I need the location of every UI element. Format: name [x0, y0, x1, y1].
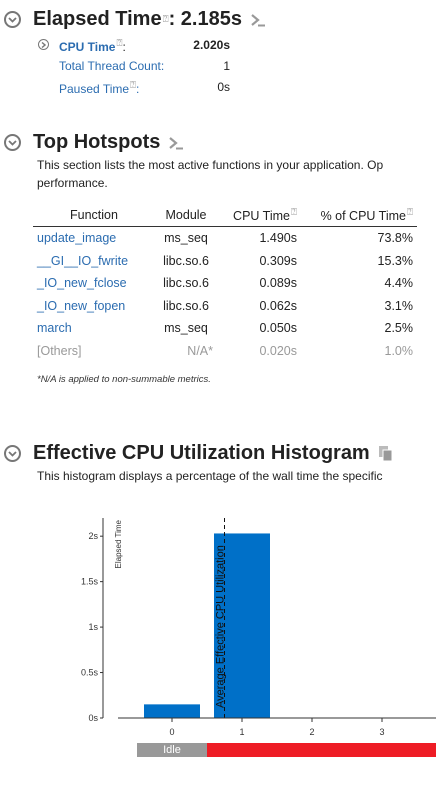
collapse-histogram-button[interactable] [4, 445, 21, 462]
chevron-down-icon [8, 16, 17, 23]
table-row: __GI__IO_fwrite libc.so.6 0.309s 15.3% [33, 250, 417, 273]
function-link[interactable]: march [37, 321, 72, 335]
paused-time-value: 0s [217, 80, 230, 94]
elapsed-time-header: Elapsed Time ⍰ : 2.185s [4, 8, 266, 31]
module-cell: ms_seq [164, 321, 208, 336]
top-hotspots-header: Top Hotspots [4, 131, 184, 154]
metric-total-thread-count: Total Thread Count: [59, 59, 165, 73]
cpu-time-value: 2.020s [193, 38, 230, 52]
paused-time-label: Paused Time [59, 82, 130, 96]
total-thread-count-label: Total Thread Count [59, 59, 161, 73]
y-tick-label: 0.5s [81, 668, 99, 678]
percent-cell: 73.8% [377, 231, 413, 246]
percent-cell: 2.5% [384, 321, 414, 336]
collapse-elapsed-button[interactable] [4, 11, 21, 28]
histogram-header: Effective CPU Utilization Histogram [4, 442, 394, 465]
hotspots-note: *N/A is applied to non-summable metrics. [37, 374, 211, 385]
y-axis-label: Elapsed Time [114, 519, 123, 568]
cpu-time-cell: 0.309s [259, 253, 297, 268]
total-thread-count-value: 1 [223, 59, 230, 73]
percent-cell: 4.4% [384, 276, 414, 291]
elapsed-time-title: Elapsed Time [33, 8, 162, 30]
idle-zone-bar: Idle [137, 743, 207, 757]
hotspots-table: Function Module CPU Time⍰ % of CPU Time⍰… [33, 204, 417, 362]
table-row: _IO_new_fclose libc.so.6 0.089s 4.4% [33, 272, 417, 295]
module-cell: libc.so.6 [163, 276, 209, 291]
percent-cell: 3.1% [384, 298, 414, 313]
chevron-down-icon [8, 450, 17, 457]
function-link[interactable]: __GI__IO_fwrite [37, 254, 128, 268]
x-tick-label: 1 [239, 727, 244, 737]
table-header-row: Function Module CPU Time⍰ % of CPU Time⍰ [33, 204, 417, 227]
top-hotspots-title: Top Hotspots [33, 131, 161, 153]
x-tick-label: 2 [309, 727, 314, 737]
module-cell: ms_seq [164, 231, 208, 246]
percent-cell: 1.0% [384, 343, 414, 358]
copy-icon[interactable] [378, 445, 394, 462]
poor-zone-bar [207, 743, 436, 757]
cpu-time-cell: 0.089s [259, 276, 297, 291]
histogram-title: Effective CPU Utilization Histogram [33, 442, 370, 464]
function-link[interactable]: _IO_new_fopen [37, 299, 125, 313]
function-link[interactable]: update_image [37, 231, 116, 245]
percent-cell: 15.3% [377, 253, 413, 268]
help-icon[interactable]: ⍰ [291, 207, 297, 218]
cpu-time-label[interactable]: CPU Time [59, 40, 115, 54]
y-tick-label: 1.5s [81, 577, 99, 587]
table-row: _IO_new_fopen libc.so.6 0.062s 3.1% [33, 295, 417, 318]
column-header-module[interactable]: Module [155, 204, 217, 227]
cpu-time-expand-icon[interactable] [38, 39, 49, 50]
column-header-cpu-time[interactable]: CPU Time⍰ [217, 204, 301, 227]
table-row: march ms_seq 0.050s 2.5% [33, 317, 417, 340]
hotspots-description: This section lists the most active funct… [37, 158, 384, 190]
module-cell: libc.so.6 [163, 253, 209, 268]
function-cell: [Others] [37, 343, 82, 358]
cpu-time-cell: 0.062s [259, 298, 297, 313]
column-header-function[interactable]: Function [33, 204, 155, 227]
average-utilization-label: Average Effective CPU Utilization [215, 545, 227, 708]
metric-cpu-time: CPU Time⍰: [59, 38, 126, 54]
x-tick-label: 0 [169, 727, 174, 737]
help-icon[interactable]: ⍰ [407, 207, 413, 218]
module-cell: N/A* [187, 343, 213, 358]
cpu-time-cell: 0.020s [259, 343, 297, 358]
table-row: [Others] N/A* 0.020s 1.0% [33, 340, 417, 363]
function-link[interactable]: _IO_new_fclose [37, 276, 127, 290]
collapse-hotspots-button[interactable] [4, 134, 21, 151]
terminal-icon[interactable] [250, 13, 266, 27]
metric-paused-time: Paused Time⍰: [59, 80, 140, 96]
y-tick-label: 0s [88, 713, 98, 723]
cpu-time-cell: 1.490s [259, 231, 297, 246]
elapsed-time-value: : 2.185s [168, 8, 242, 30]
y-tick-label: 1s [88, 622, 98, 632]
cpu-time-cell: 0.050s [259, 321, 297, 336]
terminal-icon[interactable] [168, 136, 184, 150]
table-row: update_image ms_seq 1.490s 73.8% [33, 227, 417, 250]
module-cell: libc.so.6 [163, 298, 209, 313]
x-tick-label: 3 [379, 727, 384, 737]
y-tick-label: 2s [88, 531, 98, 541]
column-header-percent-cpu-time[interactable]: % of CPU Time⍰ [301, 204, 417, 227]
histogram-description: This histogram displays a percentage of … [37, 469, 383, 483]
histogram-bar [144, 704, 200, 718]
chevron-down-icon [8, 139, 17, 146]
